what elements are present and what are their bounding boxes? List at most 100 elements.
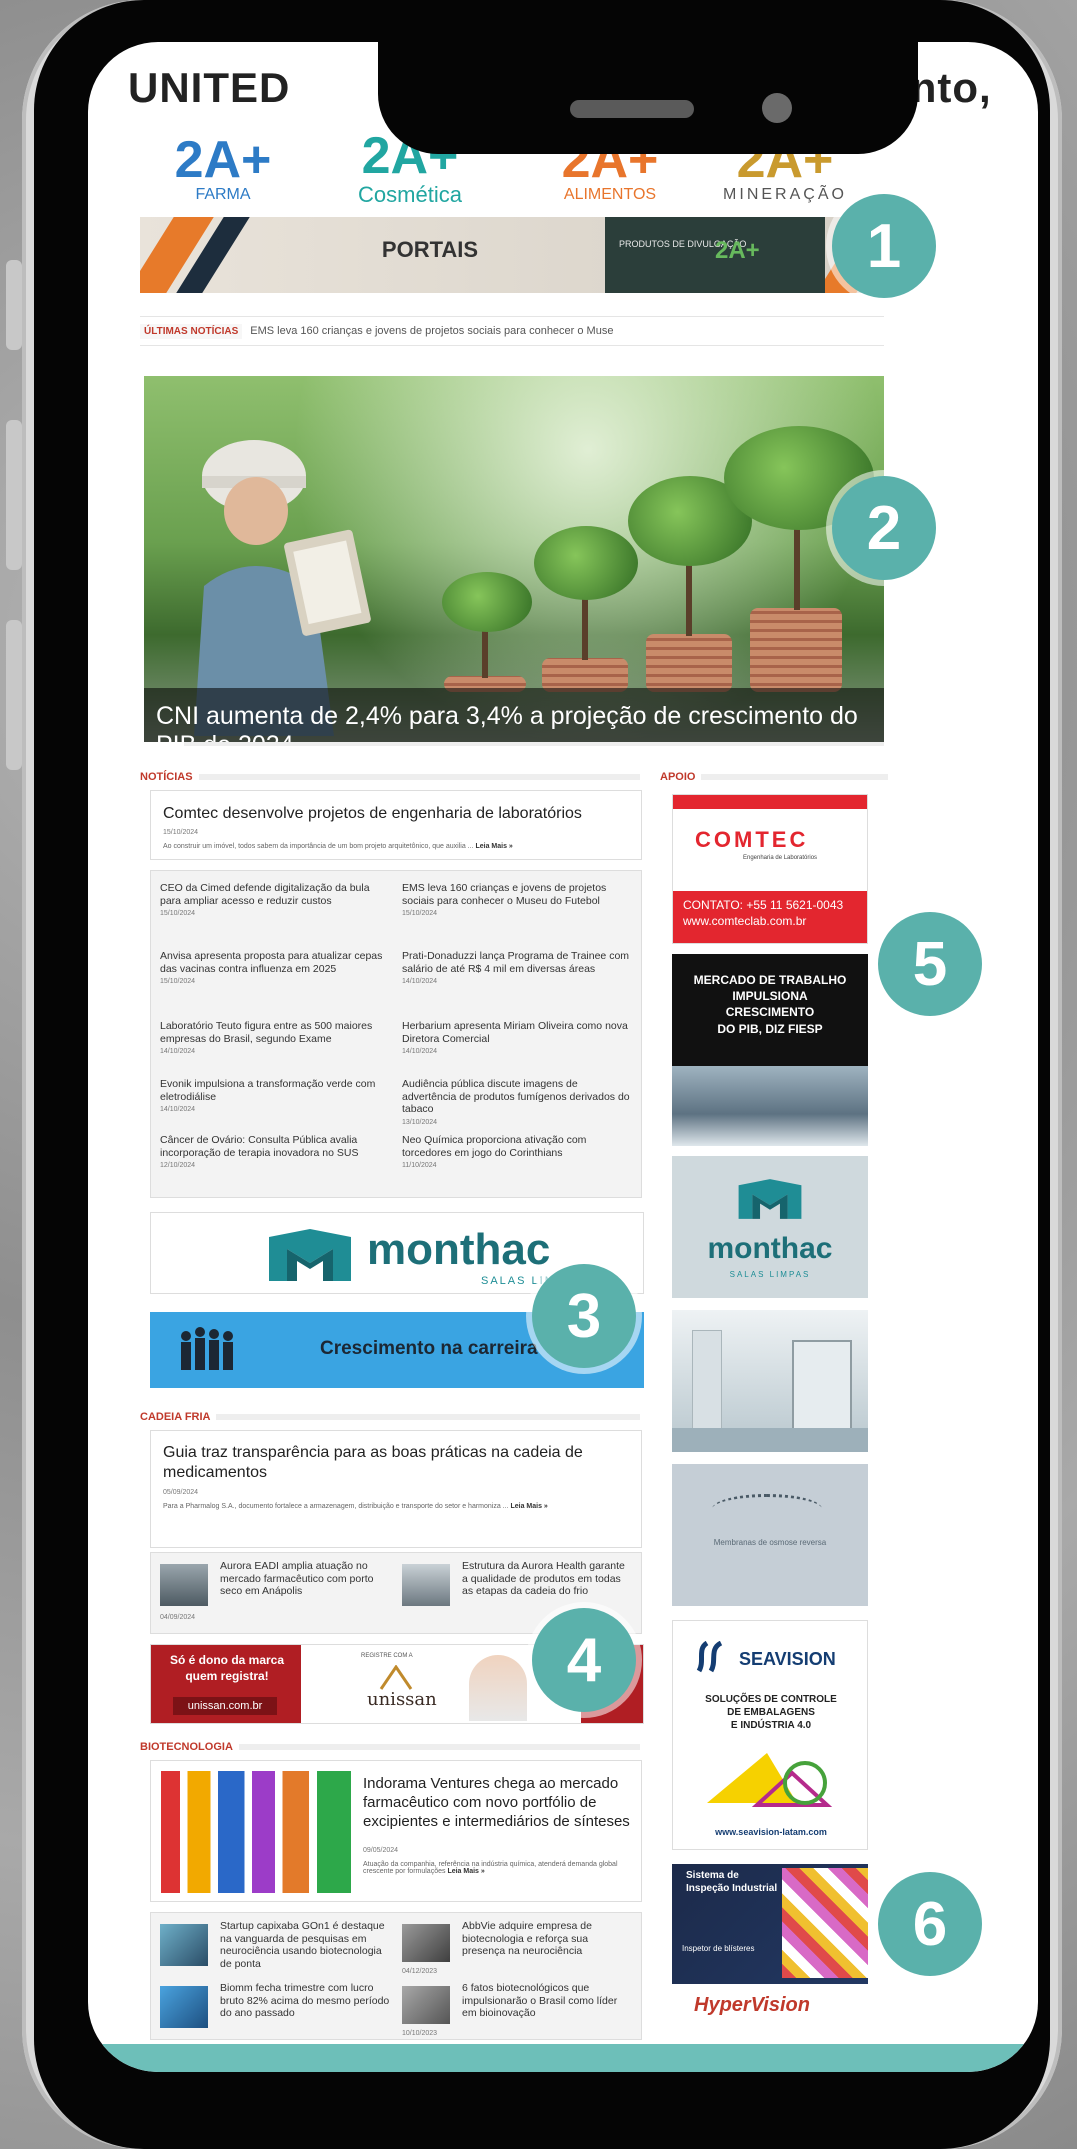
read-more-link[interactable]: Leia Mais » — [510, 1503, 547, 1510]
monthac-sidebar-ad[interactable]: monthac SALAS LIMPAS — [672, 1156, 868, 1298]
monthac-logo-icon — [738, 1179, 802, 1219]
cleanroom-door — [692, 1330, 722, 1440]
news-thumbnail[interactable] — [402, 1986, 450, 2024]
biotecnologia-lead[interactable]: Indorama Ventures chega ao mercado farma… — [150, 1760, 642, 1902]
list-item[interactable]: Startup capixaba GOn1 é destaque na vang… — [220, 1920, 390, 1970]
news-thumbnail[interactable] — [402, 1564, 450, 1606]
hyper-line1: Sistema de — [686, 1870, 739, 1881]
seavision-logo-icon — [696, 1641, 723, 1673]
list-item[interactable]: Evonik impulsiona a transformação verde … — [160, 1078, 390, 1115]
hero-caption[interactable]: CNI aumenta de 2,4% para 3,4% a projeção… — [144, 688, 884, 746]
list-item[interactable]: CEO da Cimed defende digitalização da bu… — [160, 882, 390, 919]
noticias-lead-excerpt: Ao construir um imóvel, todos sabem da i… — [163, 843, 474, 850]
pills-image — [782, 1868, 868, 1978]
ticker-label: ÚLTIMAS NOTÍCIAS — [140, 323, 243, 339]
list-item[interactable]: Estrutura da Aurora Health garante a qua… — [462, 1560, 632, 1598]
noticias-lead-title[interactable]: Comtec desenvolve projetos de engenharia… — [163, 805, 582, 823]
news-thumbnail[interactable] — [160, 1564, 208, 1606]
list-item[interactable]: Laboratório Teuto figura entre as 500 ma… — [160, 1020, 390, 1057]
hyper-line3: Inspetor de blísteres — [682, 1944, 755, 1953]
monthac-logo-icon — [269, 1229, 351, 1281]
speaker-icon — [570, 100, 694, 118]
list-item[interactable]: Audiência pública discute imagens de adv… — [402, 1078, 632, 1127]
hypervision-ad[interactable]: Sistema de Inspeção Industrial Inspetor … — [672, 1864, 868, 2032]
noticias-lead-date: 15/10/2024 — [163, 829, 199, 836]
coin-stack — [542, 658, 628, 692]
mercado-wave-image — [672, 1066, 868, 1146]
comtec-sub: Engenharia de Laboratórios — [743, 855, 818, 861]
mercado-line1: MERCADO DE TRABALHO — [693, 973, 847, 987]
list-item[interactable]: Aurora EADI amplia atuação no mercado fa… — [220, 1560, 390, 1598]
seavision-site[interactable]: www.seavision-latam.com — [673, 1827, 867, 1837]
news-thumbnail[interactable] — [160, 1986, 208, 2028]
ticker-text[interactable]: EMS leva 160 crianças e jovens de projet… — [250, 325, 613, 337]
membranas-ad[interactable]: Membranas de osmose reversa — [672, 1464, 868, 1606]
list-item[interactable]: Prati-Donaduzzi lança Programa de Traine… — [402, 950, 632, 987]
hyper-line2: Inspeção Industrial — [686, 1882, 778, 1894]
list-item[interactable]: Biomm fecha trimestre com lucro bruto 82… — [220, 1982, 390, 2020]
seavision-ad[interactable]: SEAVISION SOLUÇÕES DE CONTROLE DE EMBALA… — [672, 1620, 868, 1850]
phone-screen: UNITED mento, 2A+ FARMA 2A+ Cosmética 2A+ A… — [88, 42, 1038, 2072]
portais-banner[interactable]: PORTAIS PRODUTOS DE DIVULGAÇÃO 2A+ — [140, 217, 884, 293]
unissan-url[interactable]: unissan.com.br — [173, 1697, 277, 1715]
portais-brand: 2A+ — [715, 237, 760, 264]
membrane-logo-icon — [712, 1494, 822, 1524]
list-item[interactable]: AbbVie adquire empresa de biotecnologia … — [462, 1920, 632, 1958]
comtec-contact: CONTATO: +55 11 5621-0043 — [683, 898, 844, 912]
list-item[interactable]: Neo Química proporciona ativação com tor… — [402, 1134, 632, 1171]
news-thumbnail[interactable] — [402, 1924, 450, 1962]
biotecnologia-lead-title[interactable]: Indorama Ventures chega ao mercado farma… — [363, 1775, 633, 1831]
hero-slider[interactable]: CNI aumenta de 2,4% para 3,4% a projeção… — [144, 376, 884, 746]
monthac-sidebar-brand: monthac — [707, 1232, 833, 1265]
slider-progress — [144, 742, 884, 746]
mercado-line3: CRESCIMENTO — [725, 1005, 815, 1020]
comtec-site[interactable]: www.comteclab.com.br — [683, 913, 859, 929]
read-more-link[interactable]: Leia Mais » — [447, 1868, 484, 1875]
business-people-icon — [181, 1327, 233, 1370]
camera-icon — [762, 93, 792, 123]
unissan-small: REGISTRE COM A — [361, 1653, 413, 1659]
list-item[interactable]: Câncer de Ovário: Consulta Pública avali… — [160, 1134, 390, 1171]
biotecnologia-lead-excerpt: Atuação da companhia, referência na indú… — [363, 1861, 618, 1875]
mercado-line4: DO PIB, DIZ FIESP — [717, 1021, 823, 1036]
seavision-line1: SOLUÇÕES DE CONTROLE — [705, 1694, 837, 1705]
seavision-line3: E INDÚSTRIA 4.0 — [730, 1720, 812, 1731]
mercado-line2: IMPULSIONA — [732, 989, 808, 1004]
marker-6: 6 — [878, 1872, 982, 1976]
site-content: 2A+ FARMA 2A+ Cosmética 2A+ ALIMENTOS 2A+ MI… — [140, 42, 990, 2072]
news-thumbnail[interactable] — [160, 1924, 208, 1966]
coin-stack — [646, 634, 732, 692]
comtec-top-bar — [673, 795, 867, 809]
marker-4: 4 — [532, 1608, 636, 1712]
logo-farma[interactable]: 2A+ FARMA — [148, 114, 298, 224]
lab-tubes-image[interactable] — [161, 1771, 351, 1893]
cadeia-fria-lead[interactable]: Guia traz transparência para as boas prá… — [150, 1430, 642, 1548]
unissan-person-image — [469, 1655, 527, 1721]
monthac-sidebar-tagline: SALAS LIMPAS — [729, 1270, 811, 1279]
cadeia-fria-lead-title[interactable]: Guia traz transparência para as boas prá… — [163, 1443, 603, 1483]
list-item[interactable]: EMS leva 160 crianças e jovens de projet… — [402, 882, 632, 919]
cadeia-fria-lead-date: 05/09/2024 — [163, 1489, 199, 1496]
news-ticker[interactable]: ÚLTIMAS NOTÍCIAS EMS leva 160 crianças e… — [140, 316, 884, 346]
unissan-brand: unissan — [367, 1689, 437, 1710]
list-item[interactable]: Herbarium apresenta Miriam Oliveira como… — [402, 1020, 632, 1057]
coin-stack — [750, 608, 842, 692]
cadeia-fria-lead-excerpt: Para a Pharmalog S.A., documento fortale… — [163, 1503, 509, 1510]
portais-dark-panel: PRODUTOS DE DIVULGAÇÃO 2A+ — [605, 217, 825, 293]
list-item[interactable]: Anvisa apresenta proposta para atualizar… — [160, 950, 390, 987]
footer-bar — [88, 2044, 1038, 2072]
membranas-text: Membranas de osmose reversa — [713, 1538, 827, 1547]
noticias-lead[interactable]: Comtec desenvolve projetos de engenharia… — [150, 790, 642, 860]
mercado-ad[interactable]: MERCADO DE TRABALHO IMPULSIONA CRESCIMEN… — [672, 954, 868, 1146]
biotecnologia-heading: BIOTECNOLOGIA — [140, 1740, 640, 1754]
portais-title: PORTAIS — [381, 237, 479, 262]
cleanroom-ad[interactable] — [672, 1310, 868, 1452]
unissan-logo-icon — [379, 1665, 413, 1690]
list-item[interactable]: 6 fatos biotecnológicos que impulsionarã… — [462, 1982, 632, 2020]
phone-volume-down — [6, 620, 22, 770]
read-more-link[interactable]: Leia Mais » — [475, 843, 512, 850]
unissan-line2: quem registra! — [185, 1668, 269, 1683]
comtec-ad[interactable]: COMTEC Engenharia de Laboratórios CONTAT… — [672, 794, 868, 944]
slider-progress-fill — [144, 742, 184, 746]
cleanroom-floor — [672, 1428, 868, 1452]
